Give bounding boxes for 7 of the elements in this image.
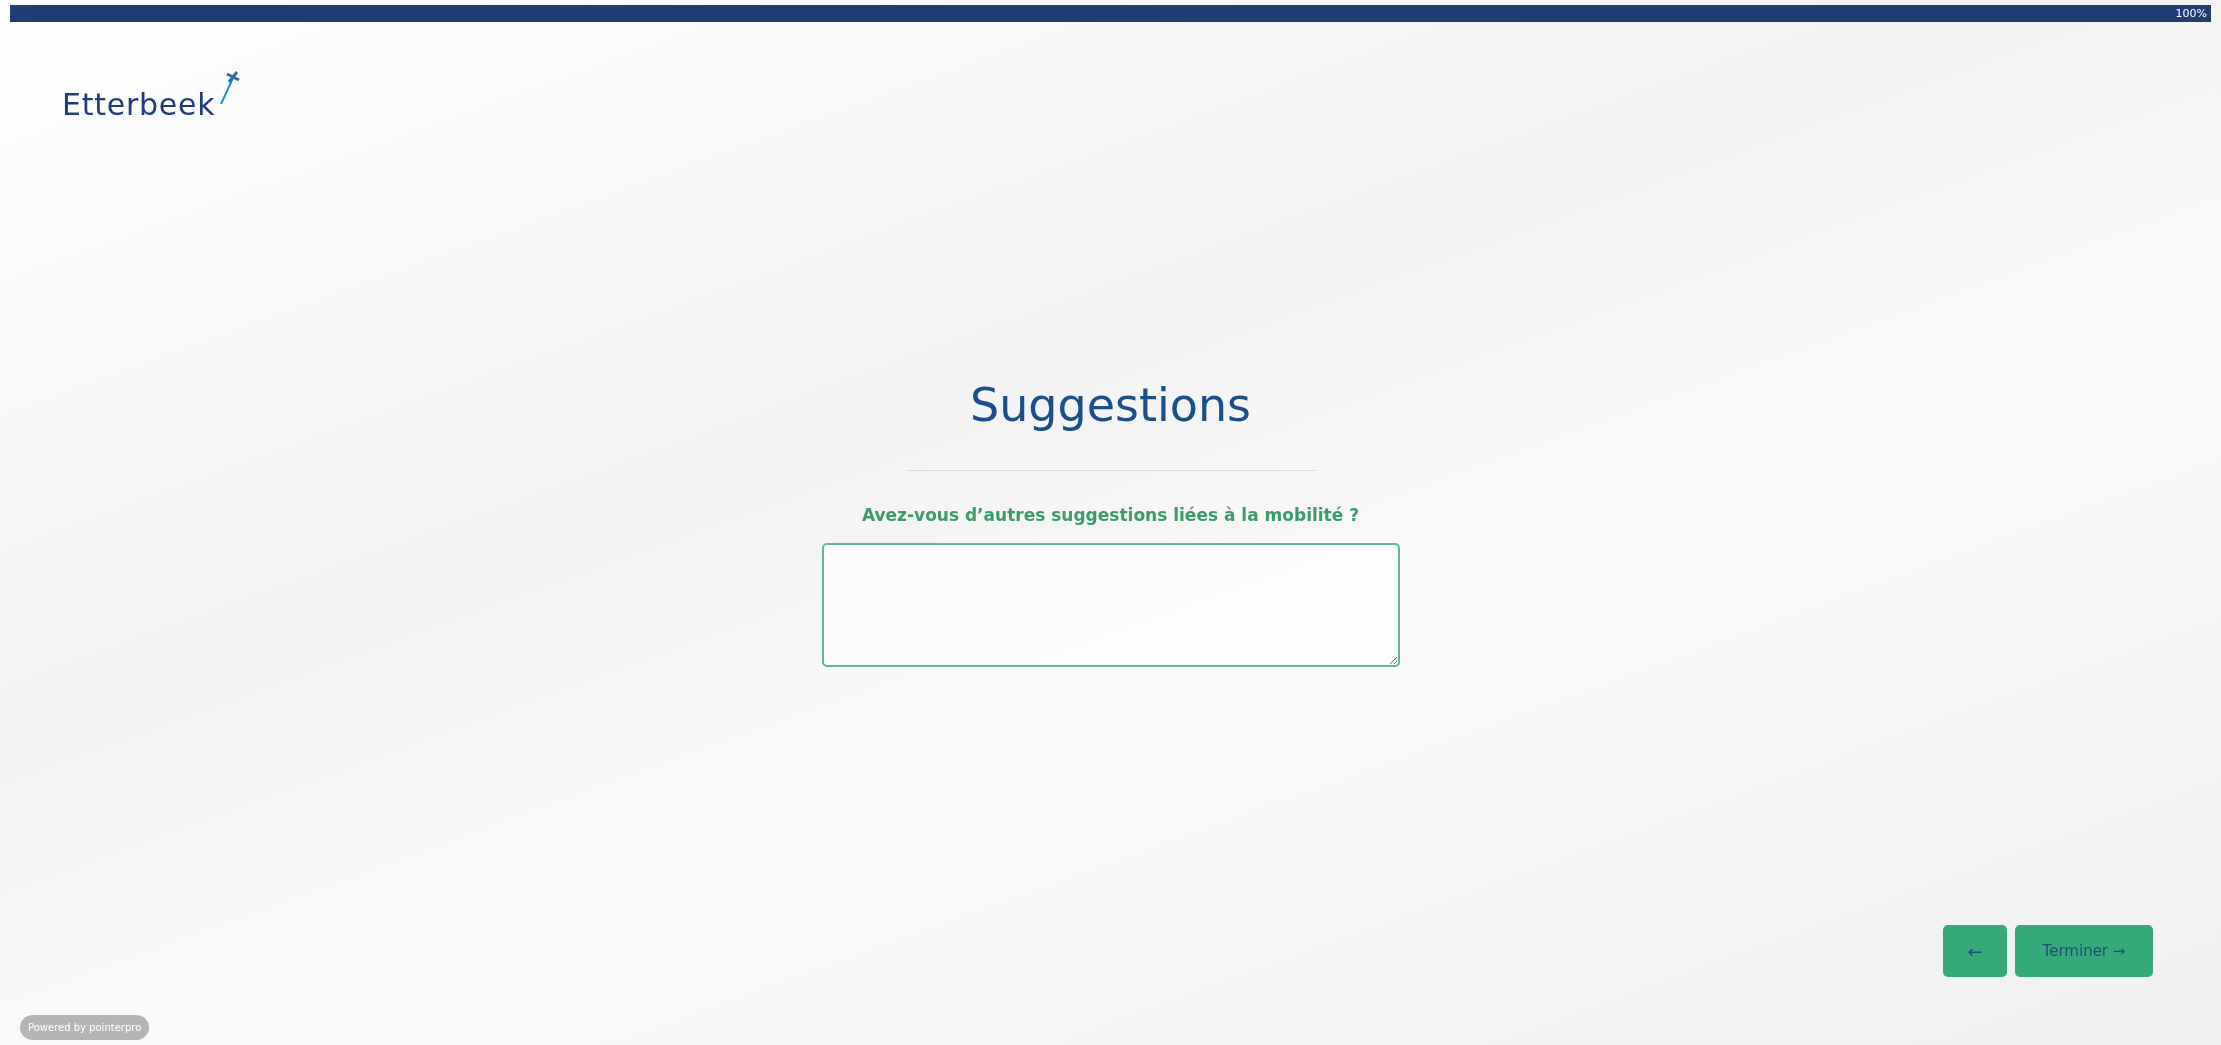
question-label: Avez-vous d’autres suggestions liées à la mobilité ?	[861, 504, 1360, 527]
answer-box[interactable]	[821, 542, 1400, 667]
back-button[interactable]: ←	[1943, 925, 2007, 977]
powered-by-badge: Powered by pointerpro	[20, 1015, 150, 1040]
progress-reading: 100%	[2175, 6, 2207, 22]
logo-text: Etterbeek	[62, 90, 216, 120]
finish-button[interactable]: Terminer →	[2015, 925, 2153, 977]
